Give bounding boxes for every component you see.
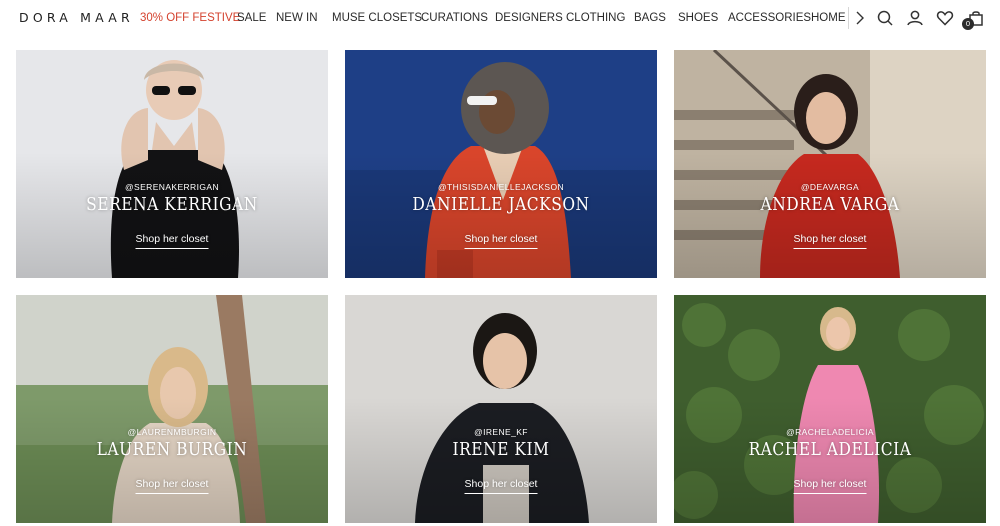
closet-card-irene-kim[interactable]: @IRENE_KF IRENE KIM Shop her closet — [345, 295, 657, 523]
shop-her-closet-link[interactable]: Shop her closet — [135, 233, 209, 249]
closet-name: IRENE KIM — [452, 439, 550, 460]
nav-item-new-in[interactable]: NEW IN — [276, 10, 318, 26]
closet-name: LAUREN BURGIN — [96, 439, 248, 460]
chevron-right-icon[interactable] — [850, 8, 870, 28]
closet-handle: @IRENE_KF — [474, 427, 528, 437]
shop-her-closet-link[interactable]: Shop her closet — [793, 233, 867, 249]
site-logo[interactable]: DORA MAAR — [19, 10, 134, 25]
shop-her-closet-link[interactable]: Shop her closet — [135, 478, 209, 494]
site-header: DORA MAAR 30% OFF FESTIVE SALE NEW IN MU… — [0, 0, 1000, 36]
search-icon[interactable] — [875, 8, 895, 28]
nav-item-festive-sale[interactable]: 30% OFF FESTIVE — [140, 10, 240, 26]
nav-item-sale[interactable]: SALE — [237, 10, 266, 26]
closet-name: DANIELLE JACKSON — [412, 194, 590, 215]
nav-item-home[interactable]: HOME — [811, 10, 846, 26]
nav-item-clothing[interactable]: CLOTHING — [566, 10, 625, 26]
nav-divider — [848, 7, 849, 29]
account-icon[interactable] — [905, 8, 925, 28]
shop-her-closet-link[interactable]: Shop her closet — [464, 233, 538, 249]
nav-item-curations[interactable]: CURATIONS — [421, 10, 488, 26]
nav-item-muse-closets[interactable]: MUSE CLOSETS — [332, 10, 422, 26]
nav-item-accessories[interactable]: ACCESSORIES — [728, 10, 811, 26]
closet-handle: @THISISDANIELLEJACKSON — [437, 182, 565, 192]
shop-her-closet-link[interactable]: Shop her closet — [793, 478, 867, 494]
nav-item-designers[interactable]: DESIGNERS — [495, 10, 563, 26]
closet-name: SERENA KERRIGAN — [86, 194, 258, 215]
shop-her-closet-link[interactable]: Shop her closet — [464, 478, 538, 494]
closet-handle: @LAURENMBURGIN — [127, 427, 217, 437]
closet-handle: @DEAVARGA — [800, 182, 860, 192]
closet-card-lauren-burgin[interactable]: @LAURENMBURGIN LAUREN BURGIN Shop her cl… — [16, 295, 328, 523]
closet-handle: @SERENAKERRIGAN — [125, 182, 219, 192]
closet-card-danielle-jackson[interactable]: @THISISDANIELLEJACKSON DANIELLE JACKSON … — [345, 50, 657, 278]
closet-handle: @RACHELADELICIA — [786, 427, 874, 437]
heart-icon[interactable] — [935, 8, 955, 28]
closet-card-rachel-adelicia[interactable]: @RACHELADELICIA RACHEL ADELICIA Shop her… — [674, 295, 986, 523]
nav-item-bags[interactable]: BAGS — [634, 10, 666, 26]
closet-name: RACHEL ADELICIA — [748, 439, 912, 460]
nav-item-shoes[interactable]: SHOES — [678, 10, 718, 26]
closet-name: ANDREA VARGA — [760, 194, 900, 215]
closet-card-andrea-varga[interactable]: @DEAVARGA ANDREA VARGA Shop her closet — [674, 50, 986, 278]
cart-count-badge: 0 — [962, 18, 974, 30]
closet-card-serena-kerrigan[interactable]: @SERENAKERRIGAN SERENA KERRIGAN Shop her… — [16, 50, 328, 278]
